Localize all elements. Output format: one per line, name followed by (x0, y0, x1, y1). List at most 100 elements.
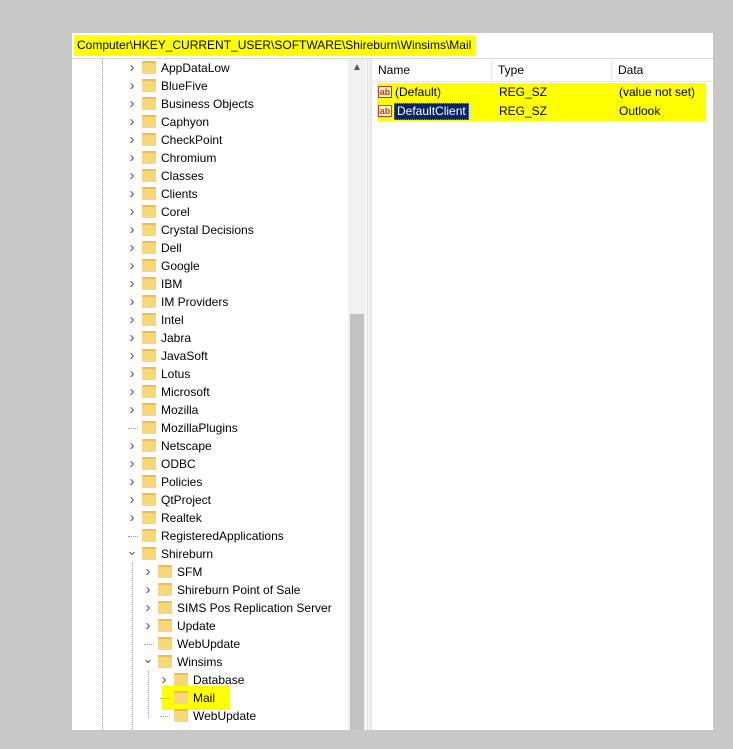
folder-icon (142, 259, 156, 272)
tree-item[interactable]: › Microsoft (72, 383, 348, 401)
chevron-right-icon[interactable]: › (126, 455, 138, 473)
tree-item[interactable]: › Netscape (72, 437, 348, 455)
tree-item[interactable]: › Mozilla (72, 401, 348, 419)
tree-item[interactable]: › Realtek (72, 509, 348, 527)
tree-item[interactable]: › BlueFive (72, 77, 348, 95)
tree-item[interactable]: › Clients (72, 185, 348, 203)
tree-item[interactable]: RegisteredApplications (72, 527, 348, 545)
chevron-right-icon[interactable]: › (126, 185, 138, 203)
chevron-right-icon[interactable]: › (126, 77, 138, 95)
tree-item-label: Database (193, 673, 245, 687)
tree-item[interactable]: ⌄ Winsims (72, 652, 348, 671)
tree-item[interactable]: WebUpdate (72, 707, 348, 725)
chevron-right-icon[interactable]: › (126, 167, 138, 185)
address-path[interactable]: Computer\HKEY_CURRENT_USER\SOFTWARE\Shir… (74, 35, 476, 56)
tree-item[interactable]: › SIMS Pos Replication Server (72, 599, 348, 617)
chevron-right-icon[interactable]: › (126, 203, 138, 221)
folder-icon (174, 673, 188, 686)
chevron-right-icon[interactable]: › (142, 563, 154, 581)
tree-item[interactable]: › CheckPoint (72, 131, 348, 149)
column-header-data[interactable]: Data (612, 59, 713, 81)
tree-item[interactable]: › IBM (72, 275, 348, 293)
tree-item-label: Business Objects (161, 97, 254, 111)
tree-item[interactable]: › SFM (72, 563, 348, 581)
chevron-right-icon[interactable]: › (142, 617, 154, 635)
values-list-pane[interactable]: Name Type Data ab (Default) REG_SZ (valu… (372, 59, 713, 730)
tree-item[interactable]: Mail (72, 689, 348, 707)
chevron-right-icon[interactable]: › (142, 581, 154, 599)
tree-item[interactable]: › Lotus (72, 365, 348, 383)
tree-item-label: Netscape (161, 439, 212, 453)
tree-item[interactable]: › Business Objects (72, 95, 348, 113)
chevron-right-icon[interactable]: › (158, 671, 170, 689)
tree-guide-line (144, 644, 154, 645)
tree-item[interactable]: › Caphyon (72, 113, 348, 131)
tree-item[interactable]: › Shireburn Point of Sale (72, 581, 348, 599)
tree-item[interactable]: › Database (72, 671, 348, 689)
chevron-right-icon[interactable]: › (126, 95, 138, 113)
tree-item[interactable]: › ODBC (72, 455, 348, 473)
tree-guide-line (128, 536, 138, 537)
chevron-right-icon[interactable]: › (126, 347, 138, 365)
folder-icon (142, 295, 156, 308)
tree-item[interactable]: › Corel (72, 203, 348, 221)
tree-item-label: Microsoft (161, 385, 210, 399)
tree-item[interactable]: › Google (72, 257, 348, 275)
chevron-right-icon[interactable]: › (126, 491, 138, 509)
value-row[interactable]: ab (Default) REG_SZ (value not set) (377, 83, 706, 102)
chevron-right-icon[interactable]: › (126, 257, 138, 275)
folder-icon (142, 403, 156, 416)
chevron-right-icon[interactable]: › (142, 599, 154, 617)
tree-item-label: Winsims (177, 655, 223, 669)
tree-item[interactable]: › Jabra (72, 329, 348, 347)
tree-item[interactable]: › Intel (72, 311, 348, 329)
chevron-right-icon[interactable]: › (126, 113, 138, 131)
tree-item[interactable]: › QtProject (72, 491, 348, 509)
tree-item-label: QtProject (161, 493, 212, 507)
tree-item[interactable]: › Classes (72, 167, 348, 185)
registry-editor-window: Computer\HKEY_CURRENT_USER\SOFTWARE\Shir… (72, 33, 713, 730)
tree-guide-line (160, 698, 170, 699)
tree-item[interactable]: › Dell (72, 239, 348, 257)
chevron-right-icon[interactable]: › (126, 59, 138, 77)
tree-item[interactable]: MozillaPlugins (72, 419, 348, 437)
chevron-right-icon[interactable]: › (126, 437, 138, 455)
tree-item[interactable]: › AppDataLow (72, 59, 348, 77)
chevron-right-icon[interactable]: › (126, 329, 138, 347)
chevron-right-icon[interactable]: › (126, 131, 138, 149)
chevron-right-icon[interactable]: › (126, 509, 138, 527)
chevron-down-icon[interactable]: ⌄ (142, 652, 154, 671)
tree-item[interactable]: ⌄ Shireburn (72, 544, 348, 563)
tree-item[interactable]: › Chromium (72, 149, 348, 167)
chevron-right-icon[interactable]: › (126, 383, 138, 401)
chevron-right-icon[interactable]: › (126, 473, 138, 491)
chevron-right-icon[interactable]: › (126, 365, 138, 383)
value-row[interactable]: ab DefaultClient REG_SZ Outlook (377, 102, 706, 121)
folder-icon (158, 601, 172, 614)
tree-item[interactable]: › JavaSoft (72, 347, 348, 365)
chevron-right-icon[interactable]: › (126, 401, 138, 419)
tree-item[interactable]: › Update (72, 617, 348, 635)
tree-item[interactable]: › Policies (72, 473, 348, 491)
address-bar[interactable]: Computer\HKEY_CURRENT_USER\SOFTWARE\Shir… (72, 33, 713, 59)
tree-item[interactable]: › Crystal Decisions (72, 221, 348, 239)
tree-item[interactable]: › IM Providers (72, 293, 348, 311)
tree-item[interactable]: WebUpdate (72, 635, 348, 653)
folder-icon (142, 79, 156, 92)
chevron-right-icon[interactable]: › (126, 275, 138, 293)
scroll-thumb[interactable] (350, 314, 364, 730)
key-tree-pane[interactable]: › AppDataLow › BlueFive › Business Objects › Ca… (72, 59, 367, 730)
column-header-type[interactable]: Type (492, 59, 612, 81)
column-header-name[interactable]: Name (372, 59, 492, 81)
chevron-right-icon[interactable]: › (126, 311, 138, 329)
folder-icon (142, 331, 156, 344)
chevron-down-icon[interactable]: ⌄ (126, 544, 138, 563)
tree-item-label: AppDataLow (161, 61, 230, 75)
tree-item-label: SFM (177, 565, 203, 579)
tree-scrollbar[interactable]: ▲ (348, 59, 366, 730)
chevron-right-icon[interactable]: › (126, 293, 138, 311)
chevron-right-icon[interactable]: › (126, 239, 138, 257)
chevron-right-icon[interactable]: › (126, 221, 138, 239)
chevron-right-icon[interactable]: › (126, 149, 138, 167)
scroll-up-arrow-icon[interactable]: ▲ (348, 59, 366, 77)
